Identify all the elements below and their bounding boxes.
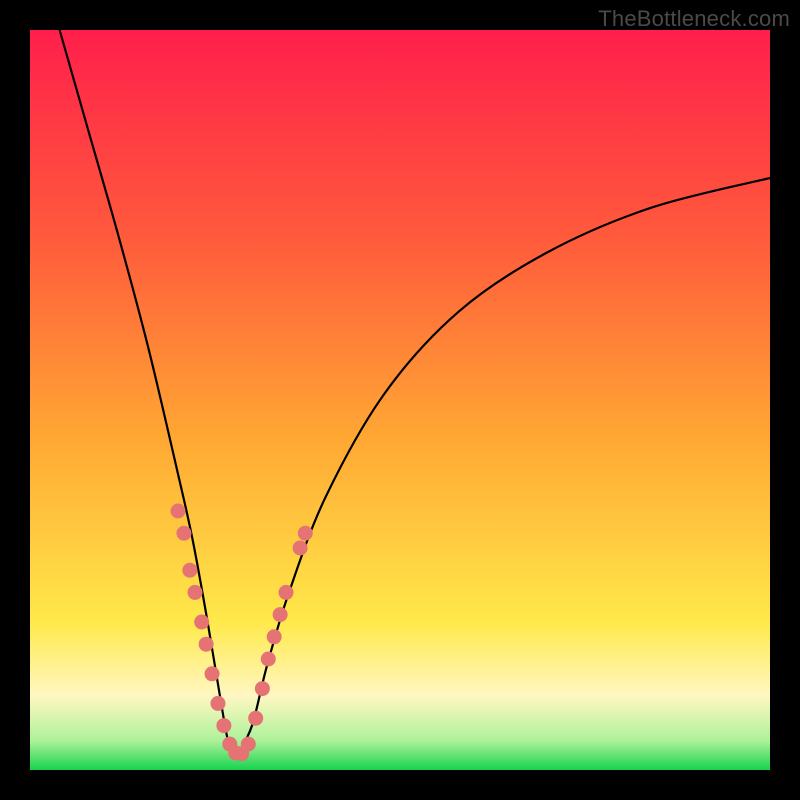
- sample-dot: [279, 585, 294, 600]
- plot-area: [30, 30, 770, 770]
- sample-dot: [210, 696, 225, 711]
- sample-dot: [241, 737, 256, 752]
- sample-dot: [176, 526, 191, 541]
- sample-dot: [267, 629, 282, 644]
- curve-right: [237, 178, 770, 755]
- sample-dot: [194, 615, 209, 630]
- watermark-text: TheBottleneck.com: [598, 6, 790, 32]
- sample-dot: [293, 541, 308, 556]
- sample-dot: [298, 526, 313, 541]
- sample-dot: [188, 585, 203, 600]
- sample-dot: [182, 563, 197, 578]
- sample-dot: [261, 652, 276, 667]
- curve-layer: [30, 30, 770, 770]
- sample-dot: [248, 711, 263, 726]
- sample-dot: [199, 637, 214, 652]
- sample-dot: [171, 504, 186, 519]
- sample-dots: [171, 504, 313, 762]
- sample-dot: [255, 681, 270, 696]
- sample-dot: [205, 666, 220, 681]
- sample-dot: [273, 607, 288, 622]
- sample-dot: [216, 718, 231, 733]
- chart-frame: TheBottleneck.com: [0, 0, 800, 800]
